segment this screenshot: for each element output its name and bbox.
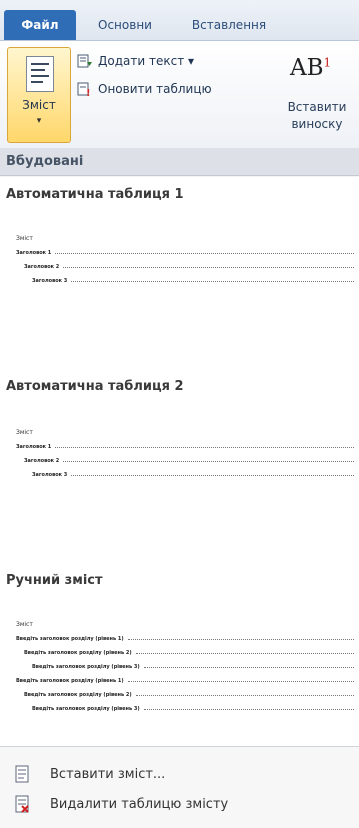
- gallery-footer-menu: Вставити зміст... Видалити таблицю зміст…: [0, 746, 359, 828]
- preview-line: Введіть заголовок розділу (рівень 1): [16, 674, 356, 688]
- insert-footnote-label: Вставити виноску: [287, 100, 347, 131]
- footnote-icon: AB1: [290, 55, 332, 81]
- gallery-group-header: Вбудовані: [0, 148, 359, 176]
- add-text-label: Додати текст ▾: [98, 54, 195, 68]
- toc-preview-automatic-1[interactable]: Зміст Заголовок 1 Заголовок 2 Заголовок …: [16, 235, 356, 288]
- preview-line: Введіть заголовок розділу (рівень 3): [32, 702, 356, 716]
- gallery-item-title: Автоматична таблиця 2: [6, 379, 184, 394]
- toc-button-label: Зміст: [22, 98, 56, 112]
- tab-insert[interactable]: Вставлення: [174, 10, 284, 40]
- preview-line: Заголовок 2: [24, 454, 356, 468]
- add-text-button[interactable]: Додати текст ▾: [77, 53, 194, 69]
- insert-toc-label: Вставити зміст...: [50, 766, 166, 782]
- toc-preview-automatic-2[interactable]: Зміст Заголовок 1 Заголовок 2 Заголовок …: [16, 429, 356, 482]
- remove-toc-menu-item[interactable]: Видалити таблицю змісту: [0, 791, 359, 817]
- toc-preview-manual[interactable]: Зміст Введіть заголовок розділу (рівень …: [16, 621, 356, 716]
- preview-line: Заголовок 3: [32, 468, 356, 482]
- delete-table-icon: [15, 795, 29, 813]
- chevron-down-icon: ▾: [36, 116, 42, 126]
- tab-file[interactable]: Файл: [4, 10, 76, 40]
- document-icon: [15, 765, 29, 783]
- update-table-button[interactable]: ! Оновити таблицю: [77, 81, 212, 97]
- tab-home[interactable]: Основни: [76, 10, 174, 40]
- insert-footnote-button[interactable]: AB1 Вставити виноску: [276, 47, 358, 143]
- preview-heading: Зміст: [16, 621, 33, 628]
- preview-line: Заголовок 2: [24, 260, 356, 274]
- preview-heading: Зміст: [16, 235, 33, 242]
- gallery-item-title: Автоматична таблиця 1: [6, 187, 184, 202]
- remove-toc-label: Видалити таблицю змісту: [50, 796, 229, 812]
- gallery-item-title: Ручний зміст: [6, 573, 103, 588]
- preview-line: Заголовок 1: [16, 246, 356, 260]
- preview-line: Заголовок 3: [32, 274, 356, 288]
- update-table-label: Оновити таблицю: [98, 82, 212, 96]
- toc-gallery: Автоматична таблиця 1 Зміст Заголовок 1 …: [0, 177, 359, 746]
- preview-line: Введіть заголовок розділу (рівень 2): [24, 646, 356, 660]
- table-of-contents-button[interactable]: Зміст ▾: [7, 47, 71, 143]
- svg-text:!: !: [86, 88, 91, 97]
- ribbon-panel: Зміст ▾ Додати текст ▾ ! Оновити таблицю…: [0, 41, 359, 150]
- preview-line: Введіть заголовок розділу (рівень 2): [24, 688, 356, 702]
- update-table-icon: !: [77, 82, 91, 97]
- ribbon-tabs: Файл Основни Вставлення: [0, 0, 359, 41]
- preview-line: Введіть заголовок розділу (рівень 1): [16, 632, 356, 646]
- preview-heading: Зміст: [16, 429, 33, 436]
- preview-line: Введіть заголовок розділу (рівень 3): [32, 660, 356, 674]
- preview-line: Заголовок 1: [16, 440, 356, 454]
- insert-toc-menu-item[interactable]: Вставити зміст...: [0, 761, 359, 787]
- add-text-icon: [77, 54, 92, 68]
- document-icon: [26, 56, 54, 92]
